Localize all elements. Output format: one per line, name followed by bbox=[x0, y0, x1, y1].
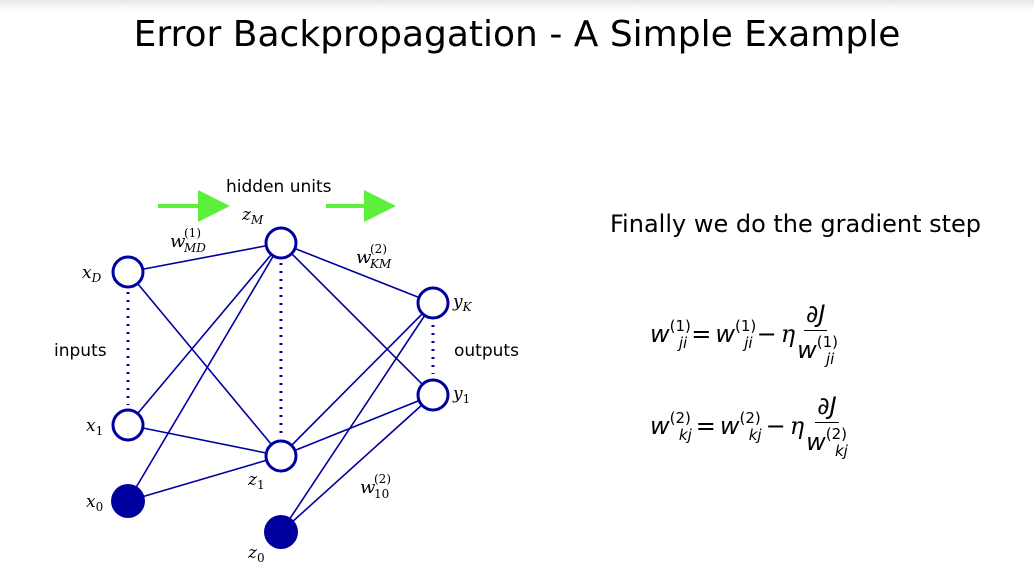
eq1-fraction: ∂J w(1)ji bbox=[797, 300, 838, 368]
eq1-rhs: w(1)ji bbox=[715, 316, 757, 352]
svg-text:(1): (1) bbox=[184, 226, 201, 240]
label-xD: xD bbox=[82, 263, 102, 285]
network-diagram: hidden units inputs outputs xD x1 x0 zM … bbox=[54, 177, 519, 565]
svg-text:(2): (2) bbox=[374, 472, 391, 486]
gradient-step-caption: Finally we do the gradient step bbox=[610, 210, 982, 238]
inputs-label: inputs bbox=[54, 341, 107, 361]
node-xD bbox=[111, 255, 145, 289]
outputs-label: outputs bbox=[454, 341, 519, 361]
label-x0: x0 bbox=[86, 492, 103, 514]
node-x0 bbox=[111, 484, 145, 518]
eq2-fraction: ∂J w(2)kj bbox=[806, 392, 848, 460]
node-z0 bbox=[264, 515, 298, 549]
update-equation-2: w(2)kj = w(2)kj − η ∂J w(2)kj bbox=[650, 392, 848, 460]
update-equation-1: w(1)ji = w(1)ji − η ∂J w(1)ji bbox=[650, 300, 838, 368]
eq2-equals: = bbox=[695, 412, 716, 440]
eq2-minus: − bbox=[765, 412, 786, 440]
node-x1 bbox=[111, 408, 145, 442]
eq1-equals: = bbox=[691, 320, 712, 348]
svg-text:(2): (2) bbox=[370, 242, 387, 256]
label-zM: zM bbox=[241, 205, 264, 227]
label-z1: z1 bbox=[247, 470, 265, 492]
svg-text:KM: KM bbox=[369, 257, 392, 271]
eq1-minus: − bbox=[756, 320, 777, 348]
label-w10: w (2) 10 bbox=[360, 472, 391, 501]
node-z1 bbox=[264, 439, 298, 473]
label-x1: x1 bbox=[86, 416, 103, 438]
svg-text:MD: MD bbox=[183, 241, 206, 255]
node-yK bbox=[416, 286, 450, 320]
svg-text:10: 10 bbox=[374, 487, 389, 501]
eq2-eta: η bbox=[789, 412, 805, 440]
label-wKM: w (2) KM bbox=[356, 242, 392, 271]
eq2-rhs: w(2)kj bbox=[719, 408, 762, 444]
eq2-lhs: w(2)kj bbox=[650, 408, 692, 444]
eq1-lhs: w(1)ji bbox=[650, 316, 691, 352]
label-y1: y1 bbox=[452, 384, 470, 406]
eq1-eta: η bbox=[780, 320, 796, 348]
node-zM bbox=[264, 226, 298, 260]
node-y1 bbox=[416, 378, 450, 412]
label-z0: z0 bbox=[247, 543, 265, 565]
hidden-units-label: hidden units bbox=[226, 177, 332, 197]
label-yK: yK bbox=[452, 292, 473, 314]
label-wMD: w (1) MD bbox=[170, 226, 206, 255]
